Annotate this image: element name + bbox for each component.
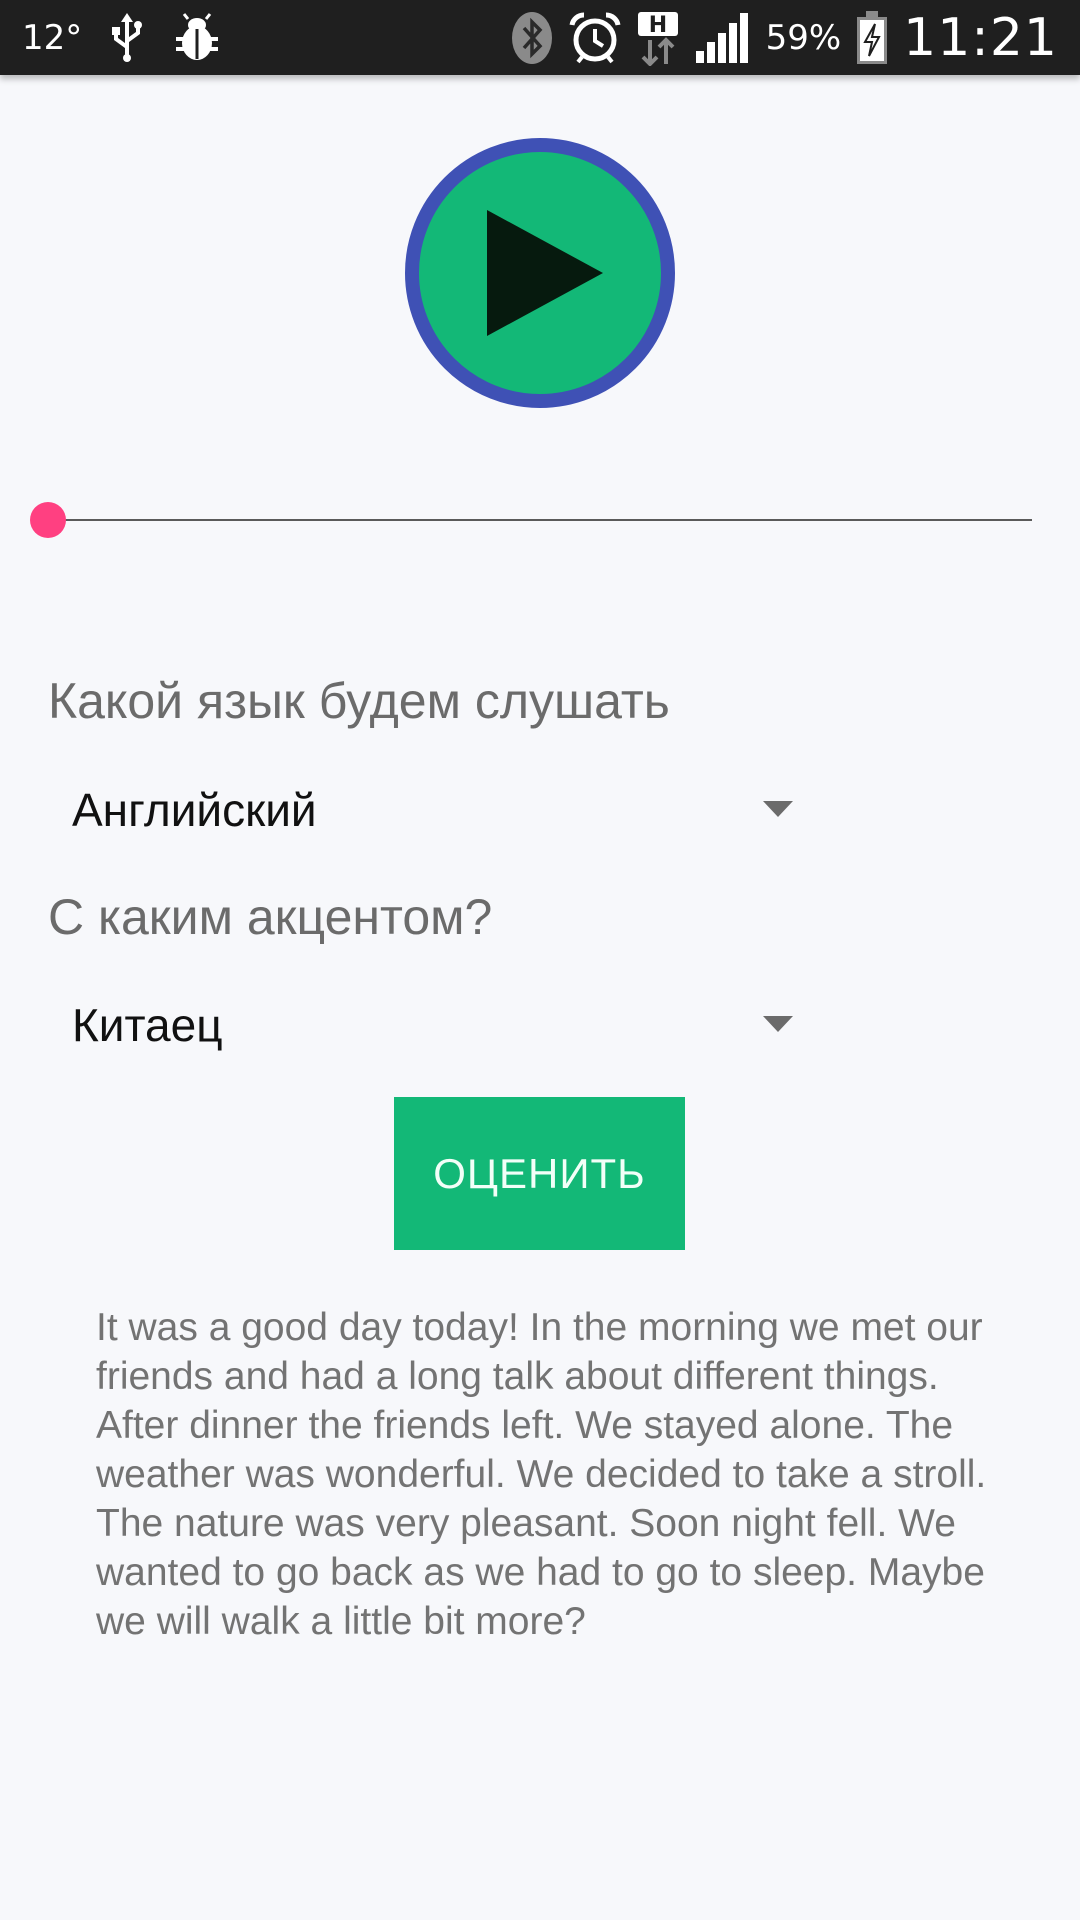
- battery-percent-text: 59%: [765, 17, 842, 58]
- evaluate-button[interactable]: ОЦЕНИТЬ: [394, 1097, 685, 1250]
- network-h-icon: H: [636, 10, 680, 66]
- play-button[interactable]: [405, 138, 675, 408]
- signal-icon: [694, 11, 752, 65]
- battery-charging-icon: [855, 10, 889, 66]
- debug-bug-icon: [172, 12, 222, 63]
- accent-selected-value: Китаец: [72, 999, 223, 1051]
- language-dropdown[interactable]: Английский: [48, 760, 793, 860]
- usb-icon: [110, 12, 144, 63]
- status-bar: 12° H 59% 11:21: [0, 0, 1080, 75]
- passage-text: It was a good day today! In the morning …: [96, 1306, 987, 1643]
- temperature-text: 12°: [22, 17, 83, 58]
- accent-dropdown[interactable]: Китаец: [48, 975, 793, 1075]
- accent-label: С каким акцентом?: [48, 889, 493, 945]
- language-selected-value: Английский: [72, 784, 317, 836]
- dropdown-arrow-icon: [763, 801, 793, 817]
- language-label: Какой язык будем слушать: [48, 673, 670, 729]
- app-screen: 12° H 59% 11:21 Какой язык будем слушать…: [0, 0, 1080, 1920]
- audio-seekbar[interactable]: [30, 500, 1032, 540]
- clock-text: 11:21: [903, 7, 1058, 68]
- svg-text:H: H: [648, 13, 666, 38]
- play-icon: [487, 210, 603, 336]
- seekbar-thumb[interactable]: [30, 502, 66, 538]
- dropdown-arrow-icon: [763, 1016, 793, 1032]
- seekbar-track: [48, 519, 1032, 521]
- bluetooth-icon: [510, 11, 554, 65]
- alarm-icon: [568, 11, 622, 65]
- play-button-wrapper: [405, 138, 675, 408]
